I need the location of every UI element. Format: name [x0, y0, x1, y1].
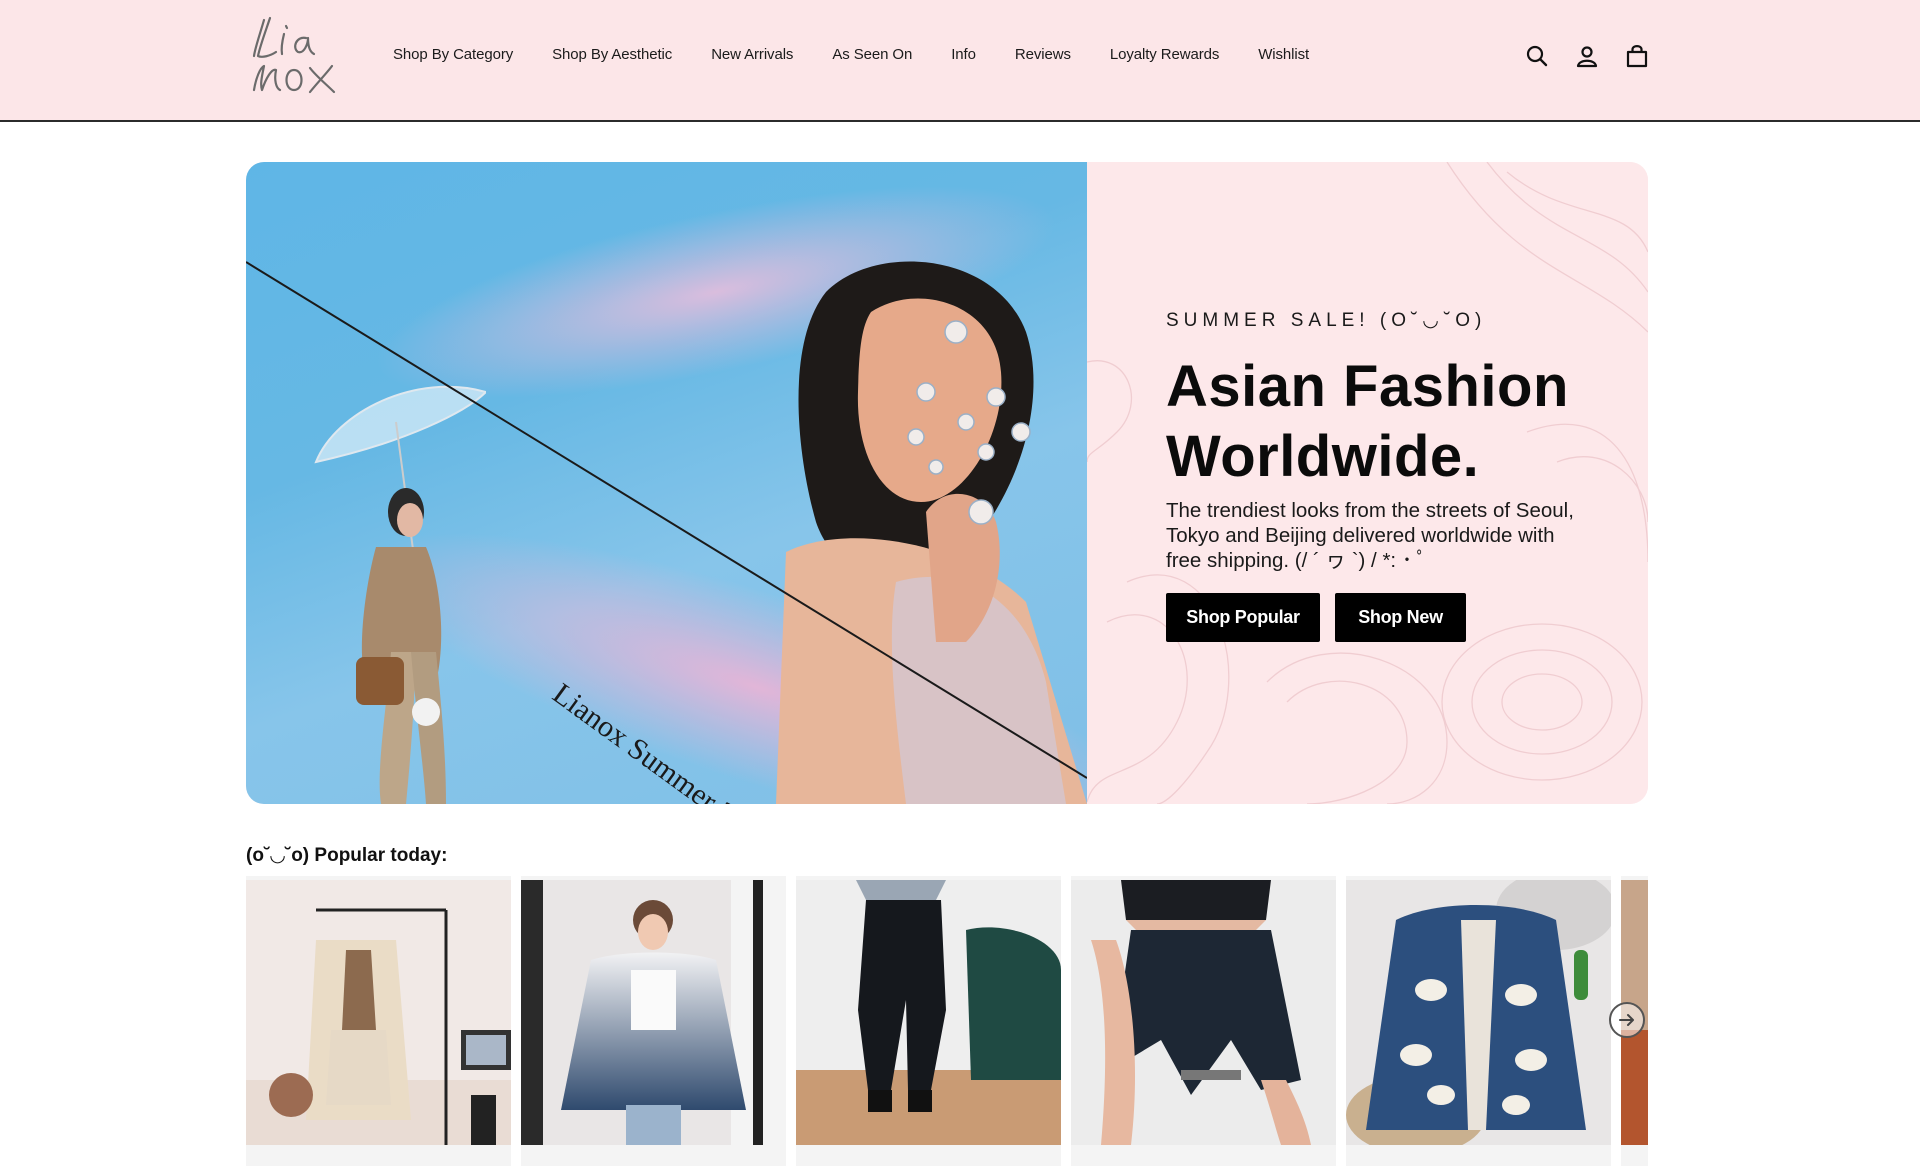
- nav-wishlist[interactable]: Wishlist: [1258, 46, 1309, 63]
- diagonal-line: [246, 261, 1087, 779]
- product-image-gradient-jacket[interactable]: [521, 880, 786, 1145]
- nav-info[interactable]: Info: [951, 46, 976, 63]
- hero-image[interactable]: Lianox Summer 21: [246, 162, 1087, 804]
- product-card[interactable]: [1346, 876, 1611, 1166]
- shop-new-button[interactable]: Shop New: [1335, 593, 1466, 642]
- product-image-plaid-outfit[interactable]: [246, 880, 511, 1145]
- popular-carousel: [246, 876, 1648, 1166]
- search-icon[interactable]: [1524, 42, 1550, 70]
- lianox-logo[interactable]: [246, 12, 342, 100]
- main-nav: Shop By Category Shop By Aesthetic New A…: [393, 46, 1348, 63]
- product-card[interactable]: [521, 876, 786, 1166]
- product-image-black-pants[interactable]: [796, 880, 1061, 1145]
- carousel-next-button[interactable]: [1609, 1002, 1645, 1038]
- product-card[interactable]: [246, 876, 511, 1166]
- sale-eyebrow: SUMMER SALE! (O˘◡˘O): [1166, 310, 1487, 331]
- hero-text-panel: SUMMER SALE! (O˘◡˘O) Asian Fashion World…: [1087, 162, 1648, 804]
- hero-subtitle: The trendiest looks from the streets of …: [1166, 499, 1574, 572]
- product-image-sheep-cardigan[interactable]: [1346, 880, 1611, 1145]
- site-header: Shop By Category Shop By Aesthetic New A…: [0, 0, 1920, 122]
- product-card[interactable]: [1071, 876, 1336, 1166]
- nav-loyalty-rewards[interactable]: Loyalty Rewards: [1110, 46, 1219, 63]
- nav-shop-by-aesthetic[interactable]: Shop By Aesthetic: [552, 46, 672, 63]
- nav-reviews[interactable]: Reviews: [1015, 46, 1071, 63]
- popular-today-heading: (o˘◡˘o) Popular today:: [246, 845, 448, 866]
- product-card[interactable]: [796, 876, 1061, 1166]
- shop-popular-button[interactable]: Shop Popular: [1166, 593, 1320, 642]
- header-icons: [1524, 42, 1650, 70]
- account-icon[interactable]: [1574, 42, 1600, 70]
- nav-as-seen-on[interactable]: As Seen On: [832, 46, 912, 63]
- arrow-right-icon: [1619, 1014, 1634, 1026]
- hero-banner: Lianox Summer 21 SUMMER SALE! (O˘◡˘O) As…: [246, 162, 1648, 804]
- nav-shop-by-category[interactable]: Shop By Category: [393, 46, 513, 63]
- hero-title: Asian Fashion Worldwide.: [1166, 354, 1569, 489]
- logo-mark: [252, 16, 336, 94]
- cart-icon[interactable]: [1624, 42, 1650, 70]
- nav-new-arrivals[interactable]: New Arrivals: [711, 46, 793, 63]
- product-image-pleated-skirt[interactable]: [1071, 880, 1336, 1145]
